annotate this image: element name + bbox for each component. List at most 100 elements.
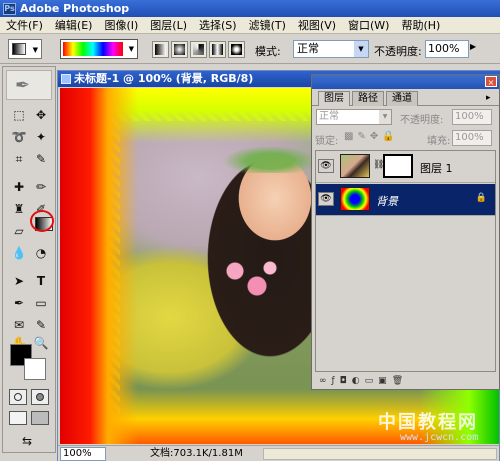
panel-menu-icon[interactable]: ▸ xyxy=(486,93,496,103)
chevron-down-icon: ▼ xyxy=(128,45,134,53)
tool-preset-picker[interactable]: ▼ xyxy=(8,39,42,59)
menu-view[interactable]: 视图(V) xyxy=(292,17,342,33)
peach-blossom-branch xyxy=(215,256,285,311)
close-icon[interactable]: × xyxy=(485,76,497,87)
gradient-tool-highlight xyxy=(30,210,54,232)
blend-mode-select[interactable]: 正常 ▼ xyxy=(316,109,392,125)
type-tool-icon[interactable]: T xyxy=(31,271,51,291)
horizontal-scrollbar[interactable] xyxy=(263,448,497,460)
layer-mask-thumbnail[interactable] xyxy=(383,154,413,178)
add-mask-icon[interactable]: ◘ xyxy=(340,376,352,386)
radial-gradient-button[interactable] xyxy=(171,41,188,58)
chevron-right-icon[interactable]: ▶ xyxy=(470,42,476,51)
move-tool-icon[interactable]: ✥ xyxy=(31,105,51,125)
document-info[interactable]: 文档:703.1K/1.81M xyxy=(150,447,243,461)
document-title: 未标题-1 @ 100% (背景, RGB/8) xyxy=(74,72,254,85)
zoom-value: 100% xyxy=(63,448,92,459)
panel-titlebar[interactable]: × xyxy=(312,75,499,89)
marquee-tool-icon[interactable]: ⬚ xyxy=(9,105,29,125)
eye-icon[interactable]: 👁 xyxy=(318,159,334,173)
new-layer-icon[interactable]: ▣ xyxy=(378,376,392,386)
standard-mode-button[interactable] xyxy=(9,389,27,405)
toolbox: ✒ ⬚ ✥ ➰ ✦ ⌗ ✎ ✚ ✏ ♜ ✐ ▱ 💧 ◔ ➤ T ✒ ▭ ✉ ✎ … xyxy=(2,66,56,453)
lasso-tool-icon[interactable]: ➰ xyxy=(9,127,29,147)
dodge-tool-icon[interactable]: ◔ xyxy=(31,243,51,263)
adjustment-layer-icon[interactable]: ◐ xyxy=(352,376,365,386)
gradient-picker[interactable]: ▼ xyxy=(60,39,138,59)
mode-label: 模式: xyxy=(255,45,281,58)
fill-input[interactable]: 100% xyxy=(452,130,492,146)
angle-gradient-button[interactable] xyxy=(190,41,207,58)
menu-filter[interactable]: 滤镜(T) xyxy=(243,17,292,33)
eye-icon[interactable]: 👁 xyxy=(318,192,334,206)
chevron-down-icon: ▼ xyxy=(354,41,368,57)
chevron-down-icon: ▼ xyxy=(379,110,391,124)
mode-value: 正常 xyxy=(297,42,319,55)
magic-wand-tool-icon[interactable]: ✦ xyxy=(31,127,51,147)
menu-image[interactable]: 图像(I) xyxy=(98,17,144,33)
opacity-value: 100% xyxy=(428,42,460,55)
menu-window[interactable]: 窗口(W) xyxy=(342,17,395,33)
linear-gradient-button[interactable] xyxy=(152,41,169,58)
standard-screen-button[interactable] xyxy=(9,411,27,425)
menu-file[interactable]: 文件(F) xyxy=(0,17,49,33)
brush-tool-icon[interactable]: ✏ xyxy=(31,177,51,197)
opacity-input[interactable]: 100% xyxy=(425,40,469,58)
link-layers-icon[interactable]: ∞ xyxy=(319,376,332,386)
new-group-icon[interactable]: ▭ xyxy=(365,376,379,386)
reflected-gradient-button[interactable] xyxy=(209,41,226,58)
linear-gradient-icon xyxy=(155,44,166,55)
pen-tool-icon[interactable]: ✒ xyxy=(9,293,29,313)
crop-tool-icon[interactable]: ⌗ xyxy=(9,149,29,169)
tab-layers[interactable]: 图层 xyxy=(318,91,350,106)
menu-layer[interactable]: 图层(L) xyxy=(144,17,193,33)
blend-mode-value: 正常 xyxy=(319,111,339,122)
slice-tool-icon[interactable]: ✎ xyxy=(31,149,51,169)
leaf-wreath xyxy=(215,143,325,173)
app-title: Adobe Photoshop xyxy=(20,2,130,15)
photoshop-logo-icon: Ps xyxy=(3,2,16,15)
menu-select[interactable]: 选择(S) xyxy=(193,17,243,33)
layer-style-icon[interactable]: ƒ xyxy=(332,376,340,386)
tab-paths[interactable]: 路径 xyxy=(352,91,384,106)
eraser-tool-icon[interactable]: ▱ xyxy=(9,221,29,241)
adobe-feather-icon[interactable]: ✒ xyxy=(6,70,52,100)
diamond-gradient-icon xyxy=(231,44,242,55)
full-screen-button[interactable] xyxy=(31,411,49,425)
layer-name: 背景 xyxy=(376,195,398,208)
lock-options[interactable]: ▩✎✥🔒 xyxy=(344,131,399,142)
opacity-label: 不透明度: xyxy=(374,45,422,58)
watermark-text: 中国教程网 xyxy=(378,412,478,433)
menu-edit[interactable]: 编辑(E) xyxy=(49,17,99,33)
clone-stamp-tool-icon[interactable]: ♜ xyxy=(9,199,29,219)
shape-tool-icon[interactable]: ▭ xyxy=(31,293,51,313)
quick-mask-icon xyxy=(36,393,44,401)
mode-select[interactable]: 正常 ▼ xyxy=(293,40,369,58)
trash-icon[interactable]: 🗑 xyxy=(392,376,408,386)
healing-brush-tool-icon[interactable]: ✚ xyxy=(9,177,29,197)
menu-help[interactable]: 帮助(H) xyxy=(395,17,446,33)
lock-icon: 🔒 xyxy=(475,193,487,203)
zoom-input[interactable]: 100% xyxy=(60,447,106,461)
zoom-tool-icon[interactable]: 🔍 xyxy=(31,333,51,353)
quick-mask-button[interactable] xyxy=(31,389,49,405)
background-color-swatch[interactable] xyxy=(24,358,46,380)
path-selection-tool-icon[interactable]: ➤ xyxy=(9,271,29,291)
blur-tool-icon[interactable]: 💧 xyxy=(9,243,29,263)
status-bar: 100% 文档:703.1K/1.81M xyxy=(58,445,499,461)
layer-opacity-input[interactable]: 100% xyxy=(452,109,492,125)
gradient-mask-pattern-left xyxy=(100,108,120,428)
eyedropper-tool-icon[interactable]: ✎ xyxy=(31,315,51,335)
app-titlebar: Ps Adobe Photoshop xyxy=(0,0,500,17)
jump-to-imageready-icon[interactable]: ⇆ xyxy=(17,431,37,451)
notes-tool-icon[interactable]: ✉ xyxy=(9,315,29,335)
layer-row[interactable]: 👁 ⛓ 图层 1 xyxy=(316,151,495,183)
layers-panel: × 图层 路径 通道 ▸ 正常 ▼ 不透明度: 100% 锁定: ▩✎✥🔒 填充… xyxy=(311,74,500,390)
document-icon xyxy=(61,74,71,84)
menu-bar: 文件(F) 编辑(E) 图像(I) 图层(L) 选择(S) 滤镜(T) 视图(V… xyxy=(0,17,500,34)
gradient-tool-icon xyxy=(12,43,26,55)
tab-channels[interactable]: 通道 xyxy=(386,91,418,106)
layer-row[interactable]: 👁 背景 🔒 xyxy=(316,184,495,216)
layer-opacity-value: 100% xyxy=(455,111,484,122)
diamond-gradient-button[interactable] xyxy=(228,41,245,58)
